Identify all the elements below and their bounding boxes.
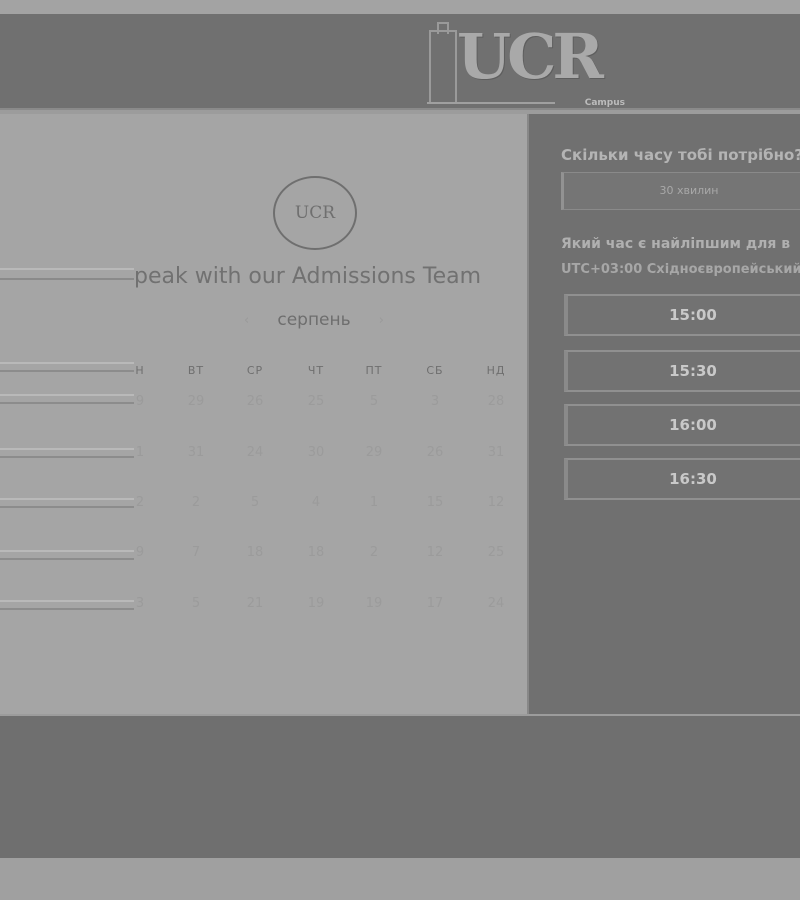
calendar-day[interactable]: 31 xyxy=(471,445,521,460)
week-bar xyxy=(0,498,134,508)
calendar-day[interactable]: 5 xyxy=(230,495,280,510)
calendar-day[interactable]: 24 xyxy=(471,596,521,611)
calendar-day[interactable]: 26 xyxy=(230,394,280,409)
calendar-day[interactable]: 2 xyxy=(171,495,221,510)
weekday-label: СБ xyxy=(426,364,444,377)
calendar-day[interactable]: 30 xyxy=(291,445,341,460)
calendar-day[interactable]: 5 xyxy=(349,394,399,409)
calendar-day[interactable]: 1 xyxy=(349,495,399,510)
calendar-panel: UCR peak with our Admissions Team ‹ серп… xyxy=(0,114,527,714)
calendar-day[interactable]: 3 xyxy=(410,394,460,409)
week-bar xyxy=(0,600,134,610)
weekday-label: НД xyxy=(486,364,506,377)
chevron-left-icon[interactable]: ‹ xyxy=(244,313,249,328)
calendar-day[interactable]: 7 xyxy=(171,545,221,560)
logo-subtitle: Campus xyxy=(584,98,625,108)
circle-logo: UCR xyxy=(273,176,357,250)
time-slot-button[interactable]: 15:30 xyxy=(564,350,800,392)
week-bar xyxy=(0,394,134,404)
week-bar xyxy=(0,448,134,458)
calendar-day[interactable]: 12 xyxy=(410,545,460,560)
time-picker-panel: Скільки часу тобі потрібно? 30 хвилин Як… xyxy=(527,114,800,714)
calendar-day[interactable]: 25 xyxy=(471,545,521,560)
time-slot-button[interactable]: 16:30 xyxy=(564,458,800,500)
calendar-day[interactable]: 18 xyxy=(291,545,341,560)
calendar-day[interactable]: 2 xyxy=(115,495,165,510)
time-slot-button[interactable]: 15:00 xyxy=(564,294,800,336)
calendar-day[interactable]: 1 xyxy=(115,445,165,460)
timezone-label[interactable]: UTC+03:00 Східноєвропейський xyxy=(561,262,800,277)
calendar-day[interactable]: 9 xyxy=(115,545,165,560)
weekday-label: ЧТ xyxy=(307,364,325,377)
calendar-day[interactable]: 29 xyxy=(171,394,221,409)
calendar-day[interactable]: 3 xyxy=(115,596,165,611)
calendar-day[interactable]: 2 xyxy=(349,545,399,560)
ucr-logo[interactable]: UCR Campus xyxy=(425,20,630,110)
duration-question: Скільки часу тобі потрібно? xyxy=(561,146,800,164)
week-bar xyxy=(0,550,134,560)
calendar-day[interactable]: 18 xyxy=(230,545,280,560)
calendar-day[interactable]: 4 xyxy=(291,495,341,510)
calendar-day[interactable]: 31 xyxy=(171,445,221,460)
header: UCR Campus xyxy=(0,14,800,110)
bottom-strip xyxy=(0,858,800,900)
logo-text: UCR xyxy=(457,20,604,93)
top-strip xyxy=(0,0,800,14)
weekday-label: ВТ xyxy=(187,364,205,377)
calendar-day[interactable]: 9 xyxy=(115,394,165,409)
calendar-day[interactable]: 28 xyxy=(471,394,521,409)
weekday-label: СР xyxy=(246,364,264,377)
time-question: Який час є найліпшим для в xyxy=(561,236,791,252)
calendar-day[interactable]: 12 xyxy=(471,495,521,510)
time-slot-button[interactable]: 16:00 xyxy=(564,404,800,446)
calendar-day[interactable]: 26 xyxy=(410,445,460,460)
weekday-label: ПТ xyxy=(365,364,383,377)
page-title: peak with our Admissions Team xyxy=(134,264,482,289)
calendar-day[interactable]: 24 xyxy=(230,445,280,460)
weekday-label: Н xyxy=(135,364,145,377)
calendar-day[interactable]: 17 xyxy=(410,596,460,611)
weekday-bar xyxy=(0,362,134,372)
calendar-day[interactable]: 25 xyxy=(291,394,341,409)
calendar-day[interactable]: 19 xyxy=(349,596,399,611)
duration-select[interactable]: 30 хвилин xyxy=(561,172,800,210)
calendar-day[interactable]: 5 xyxy=(171,596,221,611)
month-nav: ‹ серпень › xyxy=(244,310,384,330)
footer-band xyxy=(0,716,800,858)
heading-bar xyxy=(0,268,134,280)
month-label: серпень xyxy=(277,310,351,330)
calendar-day[interactable]: 19 xyxy=(291,596,341,611)
chevron-right-icon[interactable]: › xyxy=(379,313,384,328)
calendar-day[interactable]: 21 xyxy=(230,596,280,611)
calendar-day[interactable]: 15 xyxy=(410,495,460,510)
calendar-day[interactable]: 29 xyxy=(349,445,399,460)
building-icon xyxy=(429,22,457,102)
